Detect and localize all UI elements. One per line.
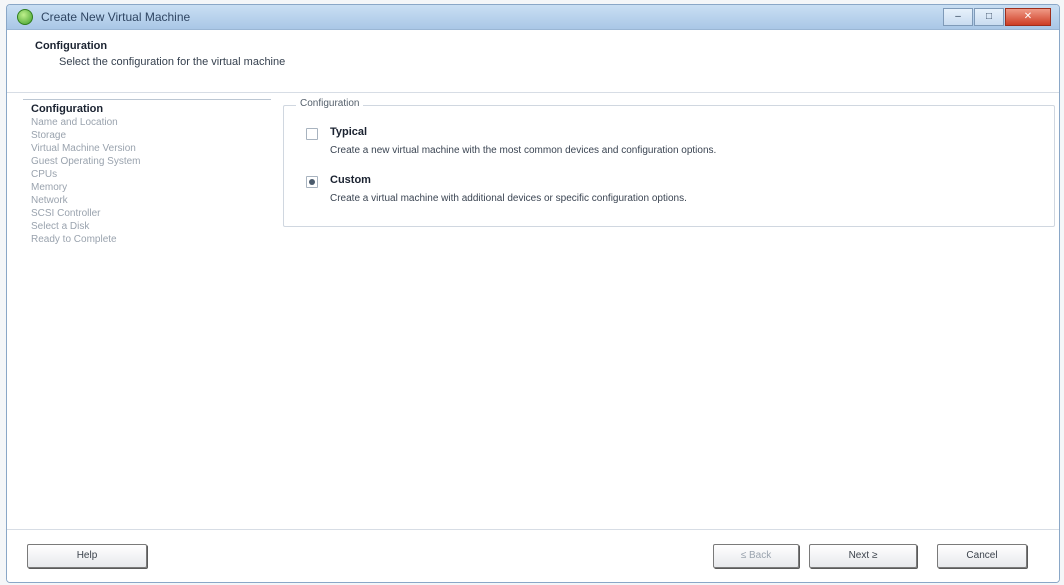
nav-step-configuration[interactable]: Configuration: [23, 103, 271, 116]
vsphere-app-icon: [17, 9, 33, 25]
page-title: Configuration: [35, 40, 108, 52]
nav-step-scsi-controller: SCSI Controller: [31, 208, 101, 219]
minimize-button[interactable]: –: [943, 8, 973, 26]
configuration-group-label: Configuration: [296, 98, 364, 109]
wizard-header: Configuration Select the configuration f…: [7, 30, 1059, 93]
maximize-button[interactable]: □: [974, 8, 1004, 26]
custom-label[interactable]: Custom: [330, 174, 371, 186]
nav-step-vm-version: Virtual Machine Version: [31, 143, 136, 154]
title-bar: Create New Virtual Machine – □ ✕: [7, 5, 1059, 30]
help-button[interactable]: Help: [27, 544, 147, 568]
typical-radio[interactable]: [306, 128, 318, 140]
nav-step-select-disk: Select a Disk: [31, 221, 90, 232]
wizard-steps-nav: Configuration Name and Location Storage …: [23, 99, 271, 246]
wizard-body: Configuration Name and Location Storage …: [7, 93, 1059, 530]
nav-step-cpus: CPUs: [31, 169, 58, 180]
next-button[interactable]: Next ≥: [809, 544, 917, 568]
nav-step-storage: Storage: [31, 130, 67, 141]
window-controls: – □ ✕: [943, 8, 1051, 26]
custom-radio[interactable]: [306, 176, 318, 188]
nav-step-memory: Memory: [31, 182, 68, 193]
typical-description: Create a new virtual machine with the mo…: [330, 145, 717, 156]
typical-label[interactable]: Typical: [330, 126, 367, 138]
back-button[interactable]: ≤ Back: [713, 544, 799, 568]
window-title: Create New Virtual Machine: [41, 10, 191, 24]
cancel-button[interactable]: Cancel: [937, 544, 1027, 568]
close-button[interactable]: ✕: [1005, 8, 1051, 26]
page-subtitle: Select the configuration for the virtual…: [59, 56, 286, 68]
wizard-footer: Help ≤ Back Next ≥ Cancel: [7, 529, 1059, 582]
nav-step-network: Network: [31, 195, 68, 206]
configuration-group: Configuration Typical Create a new virtu…: [283, 98, 1055, 227]
nav-step-name-and-location: Name and Location: [31, 117, 118, 128]
nav-step-guest-os: Guest Operating System: [31, 156, 141, 167]
nav-step-ready-to-complete: Ready to Complete: [31, 234, 117, 245]
custom-description: Create a virtual machine with additional…: [330, 193, 687, 204]
wizard-window: Create New Virtual Machine – □ ✕ Configu…: [6, 4, 1060, 583]
